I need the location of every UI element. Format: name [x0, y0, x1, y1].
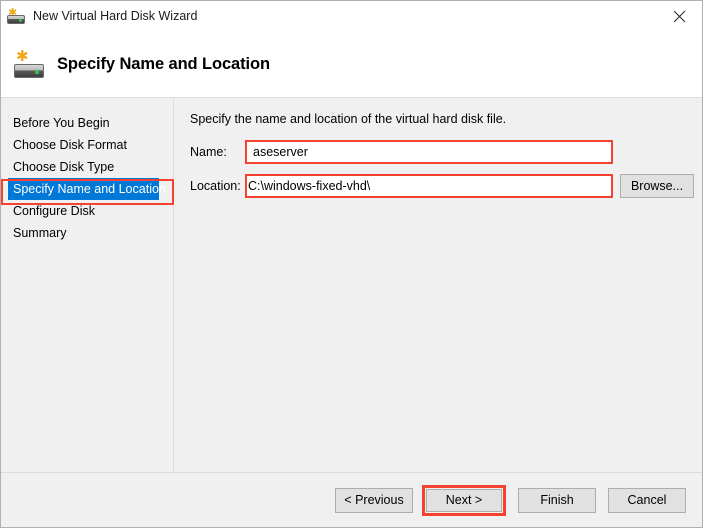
location-input-highlight: [245, 174, 613, 198]
sidebar-item-choose-disk-type[interactable]: Choose Disk Type: [1, 156, 173, 178]
wizard-footer: < Previous Next > Finish Cancel: [1, 472, 702, 527]
finish-button[interactable]: Finish: [518, 487, 596, 513]
sidebar-item-summary[interactable]: Summary: [1, 222, 173, 244]
sidebar-item-before-you-begin[interactable]: Before You Begin: [1, 112, 173, 134]
sparkle-icon: ✱: [16, 47, 29, 65]
title-bar: ✱ New Virtual Hard Disk Wizard: [1, 1, 702, 31]
name-field-row: Name:: [190, 140, 694, 164]
cancel-button[interactable]: Cancel: [608, 487, 686, 513]
wizard-step-list: Before You Begin Choose Disk Format Choo…: [1, 98, 174, 472]
disk-led-shape: [35, 70, 39, 74]
name-input[interactable]: [247, 142, 611, 162]
wizard-body: Before You Begin Choose Disk Format Choo…: [1, 98, 702, 472]
window-title: New Virtual Hard Disk Wizard: [33, 9, 198, 23]
header-icon-container: ✱: [1, 49, 57, 79]
sidebar-item-choose-disk-format[interactable]: Choose Disk Format: [1, 134, 173, 156]
sidebar-item-specify-name-and-location[interactable]: Specify Name and Location: [8, 178, 166, 200]
instruction-text: Specify the name and location of the vir…: [190, 112, 507, 126]
location-field-row: Location: Browse...: [190, 174, 694, 198]
new-virtual-hard-disk-icon-large: ✱: [14, 49, 44, 79]
close-icon: [673, 10, 685, 22]
previous-button[interactable]: < Previous: [335, 487, 413, 513]
close-button[interactable]: [656, 1, 702, 31]
page-title: Specify Name and Location: [57, 54, 270, 73]
sidebar-item-configure-disk[interactable]: Configure Disk: [1, 200, 173, 222]
next-button-highlight: Next >: [422, 484, 506, 516]
disk-body-shape: [7, 15, 25, 24]
browse-button[interactable]: Browse...: [620, 174, 694, 198]
new-virtual-hard-disk-icon: ✱: [7, 7, 25, 25]
name-field-label: Name:: [190, 145, 227, 159]
wizard-content: Specify the name and location of the vir…: [174, 98, 703, 472]
new-virtual-hard-disk-wizard-window: ✱ New Virtual Hard Disk Wizard ✱ Specify…: [0, 0, 703, 528]
name-input-highlight: [245, 140, 613, 164]
wizard-header: ✱ Specify Name and Location: [1, 31, 702, 98]
location-field-label: Location:: [190, 179, 241, 193]
disk-led-shape: [19, 19, 22, 22]
location-input[interactable]: [247, 176, 611, 196]
disk-body-shape: [14, 64, 44, 78]
next-button[interactable]: Next >: [426, 488, 502, 512]
